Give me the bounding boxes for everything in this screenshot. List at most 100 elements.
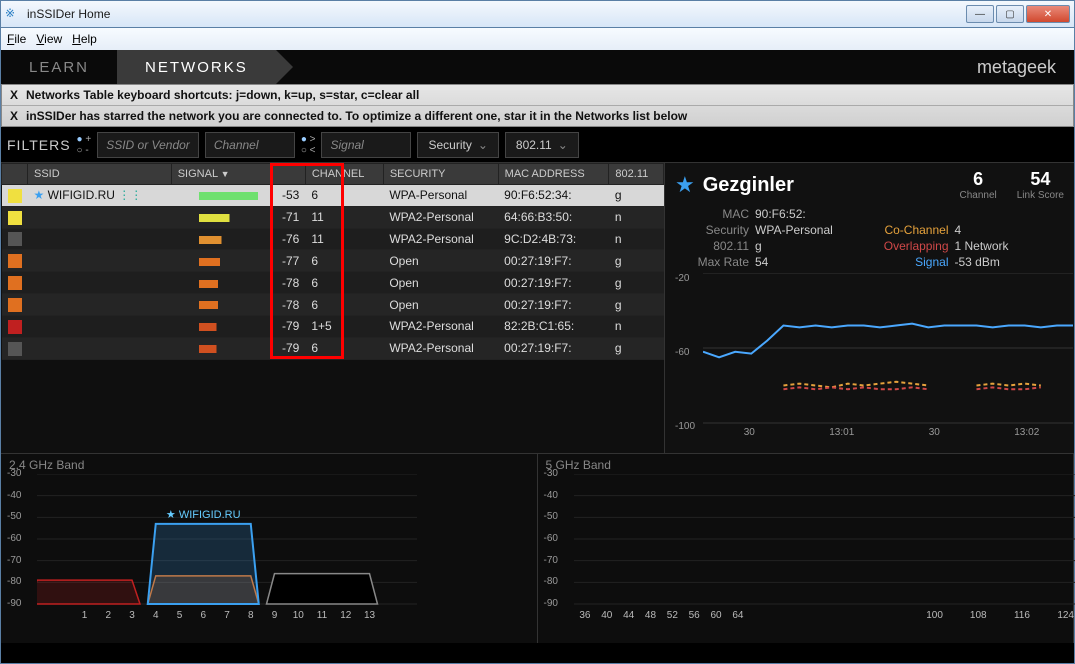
svg-text:6: 6 bbox=[200, 610, 206, 621]
svg-text:64: 64 bbox=[732, 610, 744, 621]
signal-bar bbox=[199, 280, 279, 288]
col-proto[interactable]: 802.11 bbox=[609, 164, 664, 185]
svg-text:40: 40 bbox=[601, 610, 613, 621]
svg-text:13:02: 13:02 bbox=[1014, 427, 1039, 438]
menu-view[interactable]: View bbox=[36, 32, 62, 46]
signal-bar bbox=[199, 236, 279, 244]
svg-text:100: 100 bbox=[926, 610, 943, 621]
svg-text:44: 44 bbox=[623, 610, 635, 621]
color-chip bbox=[8, 189, 22, 203]
window-title: inSSIDer Home bbox=[27, 7, 966, 21]
table-row[interactable]: -786Open00:27:19:F7:g bbox=[2, 294, 664, 316]
col-mac[interactable]: MAC ADDRESS bbox=[498, 164, 609, 185]
filters-label: FILTERS bbox=[7, 137, 71, 153]
svg-text:116: 116 bbox=[1013, 610, 1029, 621]
signal-time-chart: -20 -60 -100 3013:013013:02 bbox=[675, 273, 1064, 438]
svg-text:36: 36 bbox=[579, 610, 591, 621]
svg-text:4: 4 bbox=[153, 610, 159, 621]
wifi-icon: ⋮⋮ bbox=[118, 188, 142, 202]
svg-text:★ WIFIGID.RU: ★ WIFIGID.RU bbox=[166, 509, 241, 521]
signal-bar bbox=[199, 301, 279, 309]
col-signal[interactable]: SIGNAL bbox=[171, 164, 305, 185]
svg-text:3: 3 bbox=[129, 610, 135, 621]
signal-bar bbox=[199, 192, 279, 200]
svg-text:8: 8 bbox=[248, 610, 254, 621]
menubar: File View Help bbox=[0, 28, 1075, 50]
svg-text:12: 12 bbox=[340, 610, 352, 621]
color-chip bbox=[8, 211, 22, 225]
star-icon[interactable]: ★ bbox=[675, 172, 695, 198]
col-ssid[interactable]: SSID bbox=[28, 164, 172, 185]
table-row[interactable]: -776Open00:27:19:F7:g bbox=[2, 250, 664, 272]
filter-signal-input[interactable]: Signal bbox=[321, 132, 411, 158]
svg-text:13: 13 bbox=[364, 610, 376, 621]
filter-ssid-input[interactable]: SSID or Vendor bbox=[97, 132, 199, 158]
detail-name: Gezginler bbox=[703, 174, 794, 197]
signal-bar bbox=[199, 345, 279, 353]
network-detail-panel: ★ Gezginler 6Channel 54Link Score MAC90:… bbox=[664, 163, 1074, 453]
close-icon[interactable]: X bbox=[10, 88, 18, 102]
color-chip bbox=[8, 254, 22, 268]
svg-text:30: 30 bbox=[744, 427, 756, 438]
band-5-panel: 5 GHz Band 36404448525660641001081161241… bbox=[538, 454, 1075, 643]
filter-signal-radio[interactable]: >< bbox=[301, 134, 316, 156]
detail-channel-value: 6 bbox=[959, 169, 996, 190]
star-icon[interactable]: ★ bbox=[34, 188, 45, 202]
svg-text:11: 11 bbox=[317, 610, 328, 621]
signal-bar bbox=[199, 214, 279, 222]
networks-table[interactable]: SSID SIGNAL CHANNEL SECURITY MAC ADDRESS… bbox=[1, 163, 664, 360]
svg-text:10: 10 bbox=[293, 610, 305, 621]
col-channel[interactable]: CHANNEL bbox=[305, 164, 383, 185]
color-chip bbox=[8, 342, 22, 356]
table-row[interactable]: -796WPA2-Personal00:27:19:F7:g bbox=[2, 337, 664, 359]
svg-text:108: 108 bbox=[969, 610, 986, 621]
filters-bar: FILTERS +- SSID or Vendor Channel >< Sig… bbox=[1, 127, 1074, 163]
notice-text: inSSIDer has starred the network you are… bbox=[26, 109, 687, 123]
signal-bar bbox=[199, 258, 279, 266]
close-button[interactable]: ✕ bbox=[1026, 5, 1070, 23]
band-24-panel: 2.4 GHz Band ★ WIFIGID.RU123456789101112… bbox=[1, 454, 538, 643]
titlebar: ※ inSSIDer Home — ▢ ✕ bbox=[0, 0, 1075, 28]
svg-text:9: 9 bbox=[272, 610, 278, 621]
svg-text:2: 2 bbox=[105, 610, 111, 621]
filter-mode-radio[interactable]: +- bbox=[77, 134, 92, 156]
color-chip bbox=[8, 276, 22, 290]
brand-logo: metageek bbox=[977, 57, 1056, 78]
table-row[interactable]: ★ WIFIGID.RU ⋮⋮ -536WPA-Personal90:F6:52… bbox=[2, 185, 664, 207]
svg-text:13:01: 13:01 bbox=[829, 427, 854, 438]
svg-text:1: 1 bbox=[82, 610, 88, 621]
svg-text:60: 60 bbox=[710, 610, 722, 621]
networks-table-panel: SSID SIGNAL CHANNEL SECURITY MAC ADDRESS… bbox=[1, 163, 664, 453]
maximize-button[interactable]: ▢ bbox=[996, 5, 1024, 23]
color-chip bbox=[8, 320, 22, 334]
notices: X Networks Table keyboard shortcuts: j=d… bbox=[1, 84, 1074, 127]
filter-channel-input[interactable]: Channel bbox=[205, 132, 295, 158]
minimize-button[interactable]: — bbox=[966, 5, 994, 23]
table-row[interactable]: -7111WPA2-Personal64:66:B3:50:n bbox=[2, 206, 664, 228]
table-row[interactable]: -7611WPA2-Personal9C:D2:4B:73:n bbox=[2, 228, 664, 250]
color-chip bbox=[8, 232, 22, 246]
tab-learn[interactable]: LEARN bbox=[1, 50, 117, 84]
svg-text:5: 5 bbox=[177, 610, 183, 621]
color-chip bbox=[8, 298, 22, 312]
filter-security-dropdown[interactable]: Security bbox=[417, 132, 498, 158]
notice-text: Networks Table keyboard shortcuts: j=dow… bbox=[26, 88, 419, 102]
table-row[interactable]: -786Open00:27:19:F7:g bbox=[2, 272, 664, 294]
filter-proto-dropdown[interactable]: 802.11 bbox=[505, 132, 579, 158]
svg-text:30: 30 bbox=[929, 427, 941, 438]
notice-row: X Networks Table keyboard shortcuts: j=d… bbox=[2, 85, 1073, 106]
menu-help[interactable]: Help bbox=[72, 32, 97, 46]
close-icon[interactable]: X bbox=[10, 109, 18, 123]
signal-bar bbox=[199, 323, 279, 331]
table-row[interactable]: -791+5WPA2-Personal82:2B:C1:65:n bbox=[2, 315, 664, 337]
svg-text:52: 52 bbox=[666, 610, 678, 621]
detail-linkscore-value: 54 bbox=[1017, 169, 1064, 190]
tab-row: LEARN NETWORKS metageek bbox=[1, 50, 1074, 84]
svg-text:48: 48 bbox=[644, 610, 656, 621]
app-icon: ※ bbox=[5, 6, 21, 22]
svg-text:7: 7 bbox=[224, 610, 230, 621]
tab-networks[interactable]: NETWORKS bbox=[117, 50, 276, 84]
col-security[interactable]: SECURITY bbox=[383, 164, 498, 185]
svg-text:56: 56 bbox=[688, 610, 700, 621]
menu-file[interactable]: File bbox=[7, 32, 26, 46]
